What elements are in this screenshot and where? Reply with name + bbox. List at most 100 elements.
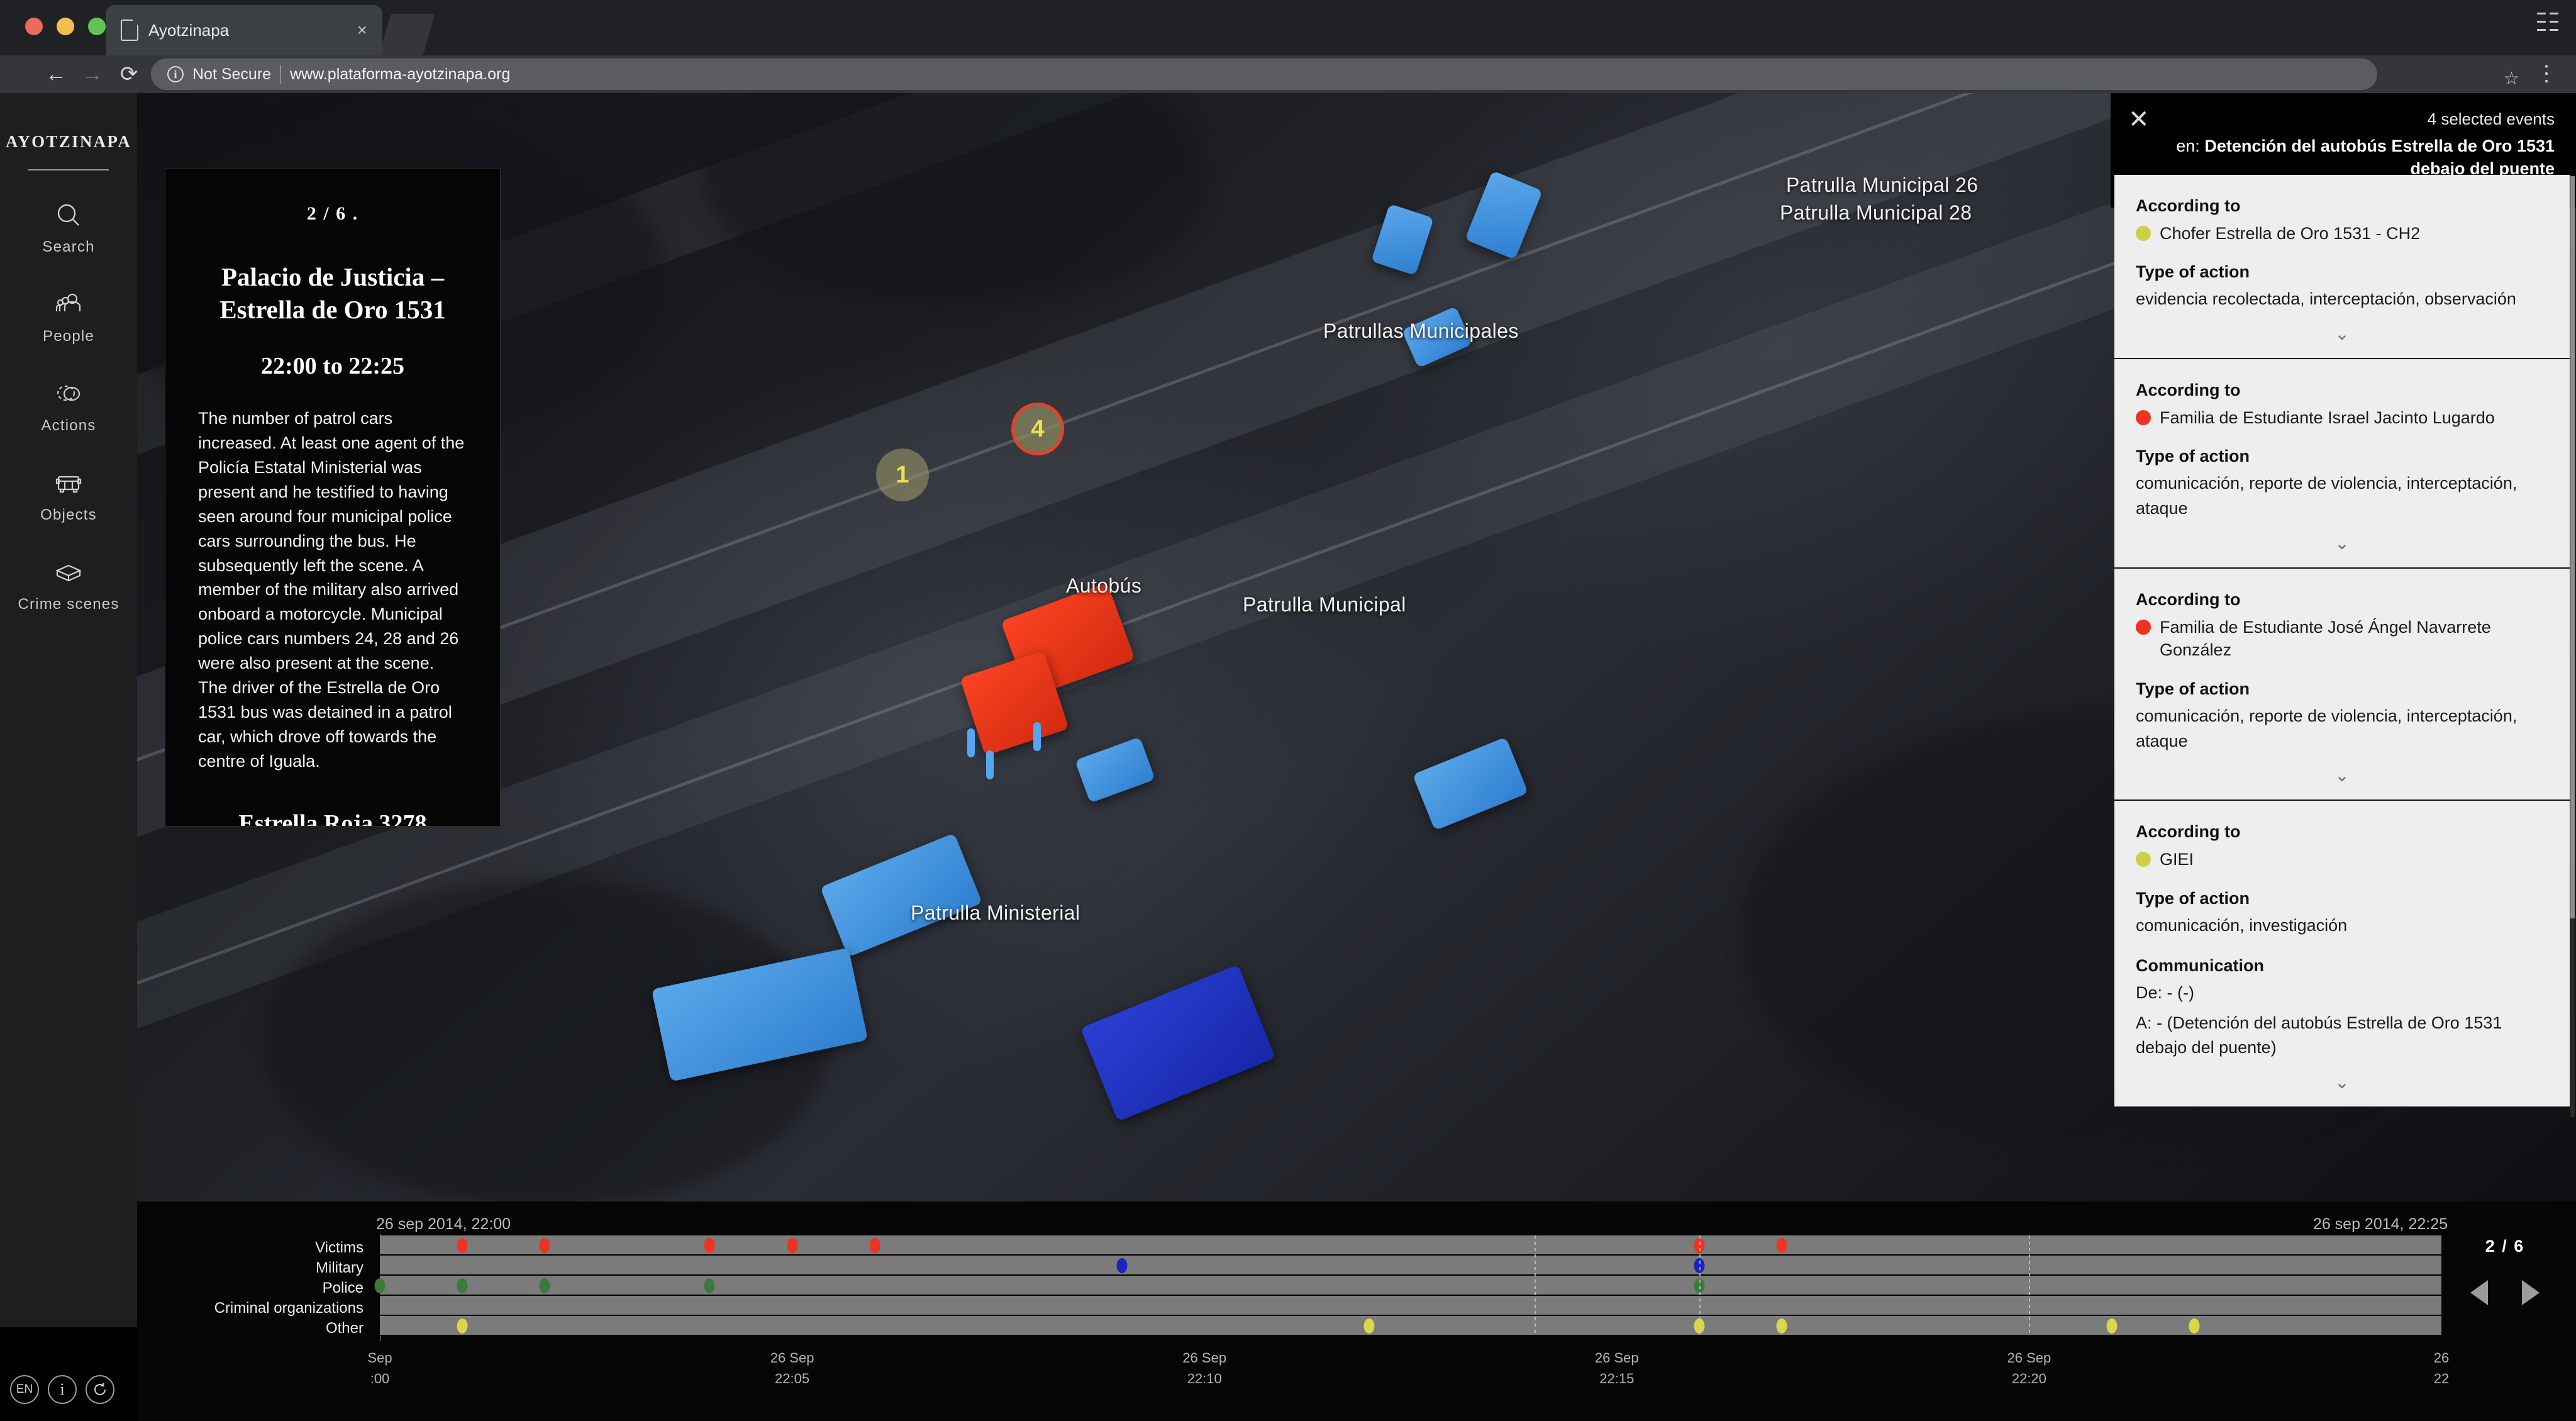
timeline-track-military[interactable]	[380, 1256, 2441, 1276]
map-label-patrulla-ministerial: Patrulla Ministerial	[911, 901, 1080, 924]
left-sidebar: AYOTZINAPA Search People Actions Objects…	[0, 93, 137, 1327]
brand-title: AYOTZINAPA	[5, 132, 132, 151]
utility-buttons: EN i	[10, 1375, 114, 1404]
timeline-row-label: Police	[322, 1279, 364, 1296]
security-status-label: Not Secure	[192, 65, 272, 83]
chevron-down-icon[interactable]: ⌄	[2136, 312, 2548, 352]
close-icon[interactable]: ✕	[2128, 107, 2150, 132]
vehicle-patrol-ministerial[interactable]	[819, 833, 983, 957]
timeline-event-dot[interactable]	[2106, 1318, 2118, 1334]
vehicle-patrol-dark[interactable]	[1080, 964, 1276, 1122]
window-traffic-lights[interactable]	[25, 18, 106, 35]
timeline-event-dot[interactable]	[1363, 1318, 1375, 1334]
events-panel-scrollbar[interactable]	[2570, 176, 2575, 1117]
back-icon[interactable]: ←	[38, 56, 74, 92]
vehicle-patrol[interactable]	[1075, 737, 1155, 803]
close-window-button[interactable]	[25, 18, 43, 35]
timeline-track-victims[interactable]	[380, 1235, 2441, 1256]
sidebar-item-people[interactable]: People	[0, 290, 137, 345]
reset-icon[interactable]	[86, 1375, 114, 1404]
timeline-next-button[interactable]	[2522, 1280, 2540, 1305]
timeline-event-dot[interactable]	[457, 1318, 468, 1334]
timeline-row-labels: Victims Military Police Criminal organiz…	[137, 1238, 364, 1339]
pedestrian-figure	[986, 750, 994, 779]
timeline-event-dot[interactable]	[869, 1238, 880, 1253]
reload-icon[interactable]: ⟳	[111, 56, 147, 92]
timeline-event-dot[interactable]	[2189, 1318, 2200, 1334]
browser-menu-icon[interactable]: ⋮	[2536, 63, 2557, 84]
timeline-event-dot[interactable]	[704, 1278, 715, 1293]
timeline-event-dot[interactable]	[457, 1238, 468, 1253]
according-to-label: According to	[2136, 590, 2241, 610]
timeline-tick-date: 26 Sep	[770, 1350, 814, 1366]
event-card[interactable]: According to Familia de Estudiante José …	[2114, 569, 2570, 801]
event-card[interactable]: According to Chofer Estrella de Oro 1531…	[2114, 175, 2570, 360]
timeline-axis-tick: 26 Sep 22:05	[770, 1347, 814, 1389]
chevron-down-icon[interactable]: ⌄	[2136, 521, 2548, 561]
map-label-patrulla-26: Patrulla Municipal 26	[1786, 174, 1979, 196]
timeline-tick-time: 22:15	[1599, 1371, 1635, 1386]
timeline-track-other[interactable]	[380, 1316, 2441, 1336]
type-of-action-label: Type of action	[2136, 262, 2250, 282]
map-marker-1[interactable]: 1	[876, 449, 929, 501]
timeline-event-dot[interactable]	[1776, 1318, 1787, 1334]
according-to-label: According to	[2136, 822, 2241, 842]
scene-description: The number of patrol cars increased. At …	[198, 409, 465, 771]
timeline-event-dot[interactable]	[1776, 1238, 1787, 1253]
forward-icon[interactable]: →	[74, 56, 111, 92]
timeline-event-dot[interactable]	[539, 1238, 550, 1253]
timeline-row-label: Military	[316, 1259, 364, 1276]
timeline-event-dot[interactable]	[787, 1238, 798, 1253]
timeline-event-dot[interactable]	[457, 1278, 468, 1293]
timeline-page-indicator: 2 / 6	[2485, 1237, 2525, 1256]
event-card[interactable]: According to GIEI Type of action comunic…	[2114, 801, 2570, 1108]
timeline-tracks[interactable]	[374, 1235, 2441, 1336]
vehicle-patrol-municipal[interactable]	[1412, 737, 1529, 831]
sidebar-item-objects[interactable]: Objects	[0, 469, 137, 524]
vegetation-blob	[703, 93, 1206, 307]
address-bar[interactable]: i Not Secure www.plataforma-ayotzinapa.o…	[151, 59, 2377, 90]
new-tab-button[interactable]	[379, 14, 435, 55]
window-grid-icon[interactable]	[2537, 13, 2560, 31]
browser-tab[interactable]: Ayotzinapa ×	[106, 5, 382, 55]
timeline-axis-tick: 26 Sep 22:10	[1182, 1347, 1226, 1389]
maximize-window-button[interactable]	[88, 18, 106, 35]
timeline-prev-button[interactable]	[2470, 1280, 2488, 1305]
timeline-row-label: Victims	[315, 1239, 364, 1256]
actions-icon	[53, 379, 84, 410]
timeline-tick-date: Sep	[367, 1350, 392, 1366]
browser-chrome: Ayotzinapa × ← → ⟳ ⌂ i Not Secure www.pl…	[0, 0, 2576, 93]
chevron-down-icon[interactable]: ⌄	[2136, 1061, 2548, 1100]
events-list[interactable]: According to Chofer Estrella de Oro 1531…	[2114, 175, 2570, 1123]
timeline-event-dot[interactable]	[374, 1278, 386, 1293]
close-tab-icon[interactable]: ×	[357, 21, 367, 39]
sidebar-item-label: Objects	[40, 506, 97, 523]
sidebar-item-search[interactable]: Search	[0, 201, 137, 256]
event-source: Familia de Estudiante Israel Jacinto Lug…	[2136, 406, 2548, 429]
language-button[interactable]: EN	[10, 1375, 39, 1404]
search-icon	[53, 201, 84, 231]
timeline-row-label: Criminal organizations	[214, 1300, 364, 1317]
map-marker-4[interactable]: 4	[1011, 403, 1064, 455]
timeline-tick-date: 26	[2433, 1350, 2450, 1366]
source-color-dot	[2136, 226, 2151, 241]
sidebar-item-actions[interactable]: Actions	[0, 379, 137, 435]
events-context-prefix: en:	[2176, 137, 2200, 155]
timeline-event-dot[interactable]	[1116, 1258, 1128, 1273]
timeline-guide-line	[2029, 1235, 2031, 1336]
sidebar-item-crime-scenes[interactable]: Crime scenes	[0, 558, 137, 613]
info-icon[interactable]: i	[48, 1375, 77, 1404]
event-card[interactable]: According to Familia de Estudiante Israe…	[2114, 359, 2570, 569]
timeline-track-police[interactable]	[374, 1276, 2441, 1296]
chevron-down-icon[interactable]: ⌄	[2136, 754, 2548, 793]
scene-info-card: 2 / 6 . Palacio de Justicia – Estrella d…	[165, 169, 501, 827]
source-color-dot	[2136, 410, 2151, 426]
timeline-start-date: 26 sep 2014, 22:00	[376, 1215, 511, 1233]
pedestrian-figure	[1033, 722, 1041, 751]
timeline-event-dot[interactable]	[704, 1238, 715, 1253]
timeline-track-criminal[interactable]	[380, 1296, 2441, 1316]
minimize-window-button[interactable]	[57, 18, 74, 35]
timeline-tick-date: 26 Sep	[2007, 1350, 2051, 1366]
timeline-event-dot[interactable]	[539, 1278, 550, 1293]
bookmark-star-icon[interactable]: ☆	[2504, 68, 2519, 89]
